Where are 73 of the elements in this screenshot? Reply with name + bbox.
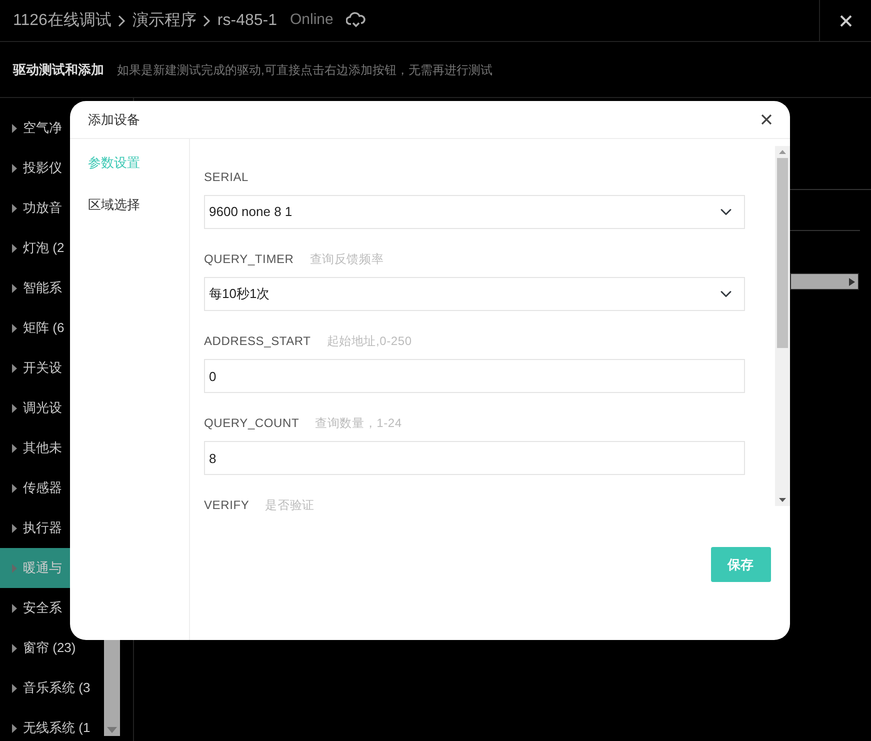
chevron-right-icon [202,14,211,26]
field-label: ADDRESS_START [204,333,311,349]
caret-right-icon [12,604,17,612]
sidebar-item-label: 暖通与 [23,559,62,578]
cloud-sync-icon[interactable] [346,12,366,30]
sidebar-item-label: 窗帘 (23) [23,639,76,658]
caret-right-icon [12,524,17,532]
sidebar-item[interactable]: 调光设 [0,388,133,428]
caret-right-icon [12,164,17,172]
sidebar-item[interactable]: 音乐系统 (3 [0,668,133,708]
hint-text: 如果是新建测试完成的驱动,可直接点击右边添加按钮，无需再进行测试 [117,62,492,78]
sidebar-item-label: 开关设 [23,359,62,378]
caret-right-icon [12,124,17,132]
field-label: VERIFY [204,497,250,513]
sidebar-item-label: 无线系统 (1 [23,719,90,738]
sidebar-item[interactable]: 窗帘 (23) [0,628,133,668]
select-field[interactable]: 9600 none 8 1 [204,195,745,229]
sidebar-item-label: 功放音 [23,199,62,218]
sidebar-item[interactable]: 安全系 [0,588,133,628]
caret-right-icon [12,684,17,692]
section-title: 驱动测试和添加 [13,60,104,79]
sidebar-item-label: 安全系 [23,599,62,618]
horizontal-scrollbar[interactable] [790,273,859,290]
field-hint: 起始地址,0-250 [326,333,412,349]
close-icon[interactable] [761,114,772,125]
sidebar-item-label: 执行器 [23,519,62,538]
sidebar-item-label: 其他未 [23,439,62,458]
field-hint: 是否验证 [265,497,314,513]
field-hint: 查询反馈频率 [310,251,384,267]
chevron-right-icon [118,14,126,26]
sidebar-item[interactable]: 无线系统 (1 [0,708,133,741]
field-label: QUERY_COUNT [204,415,300,431]
breadcrumb-link[interactable]: 1126在线调试 [13,8,112,32]
sidebar-item-label: 调光设 [23,399,62,418]
caret-right-icon [12,404,17,412]
sidebar-item[interactable]: 矩阵 (6 [0,308,133,348]
sidebar-item-label: 传感器 [23,479,62,498]
caret-right-icon [12,364,17,372]
caret-right-icon [12,644,17,652]
field-label: QUERY_TIMER [204,251,294,267]
status-text: Online [290,10,334,30]
sidebar-item-label: 音乐系统 (3 [23,679,90,698]
sidebar-item[interactable]: 开关设 [0,348,133,388]
caret-right-icon [12,244,17,252]
dialog-title: 添加设备 [88,110,140,129]
caret-right-icon [12,724,17,732]
sidebar-item[interactable]: 智能系 [0,268,133,308]
triangle-right-icon[interactable] [848,278,855,286]
sidebar-item[interactable]: 其他未 [0,428,133,468]
caret-right-icon [12,564,17,572]
input-field[interactable]: 0 [204,359,745,393]
breadcrumb-current: rs-485-1 [217,10,277,30]
input-field[interactable]: 8 [204,441,745,475]
dialog-tab[interactable]: 区域选择 [70,190,189,218]
sidebar-item-label: 灯泡 (2 [23,239,64,258]
field-hint: 查询数量，1-24 [315,415,402,431]
sidebar-item[interactable]: 灯泡 (2 [0,228,133,268]
caret-right-icon [12,284,17,292]
select-field[interactable]: 每10秒1次 [204,277,745,311]
sidebar-item-label: 投影仪 [23,159,62,178]
vertical-scrollbar[interactable] [775,146,790,506]
field-label: SERIAL [204,169,248,185]
sidebar-item-label: 矩阵 (6 [23,319,64,338]
vertical-scrollbar[interactable] [104,640,120,736]
sidebar-item[interactable]: 执行器 [0,508,133,548]
breadcrumb-link[interactable]: 演示程序 [132,8,196,32]
sidebar-item-label: 空气净 [23,119,62,138]
caret-right-icon [12,324,17,332]
sidebar-item-label: 智能系 [23,279,62,298]
caret-right-icon [12,204,17,212]
sidebar-item[interactable]: 传感器 [0,468,133,508]
caret-right-icon [12,484,17,492]
caret-right-icon [12,444,17,452]
